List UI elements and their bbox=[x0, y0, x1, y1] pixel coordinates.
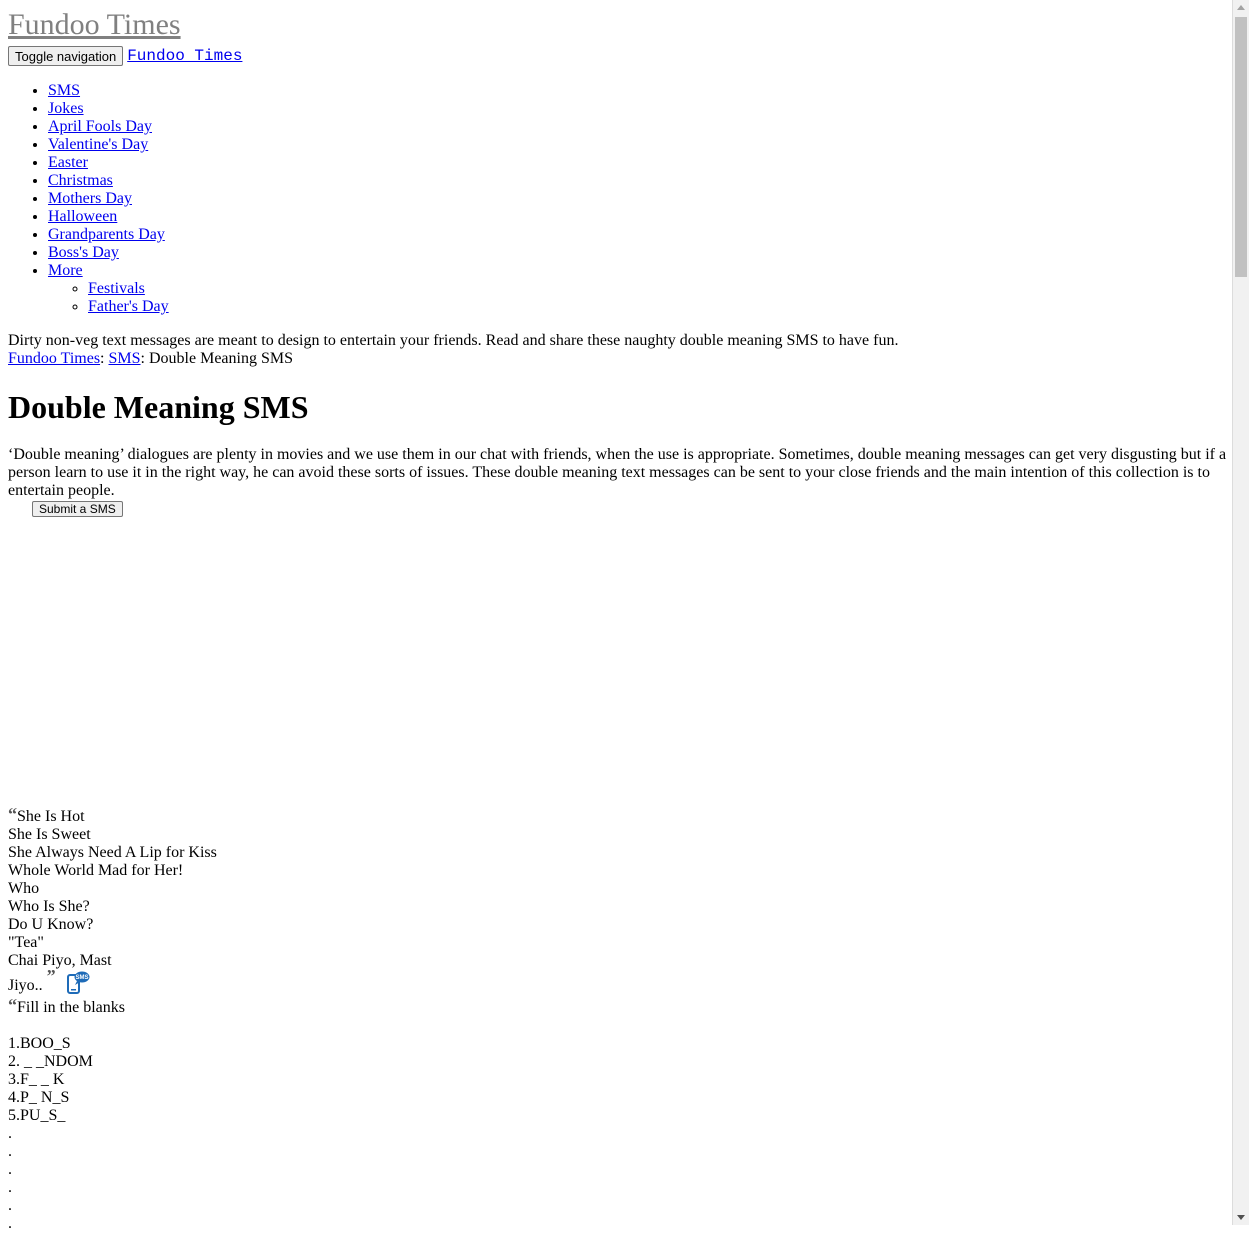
nav-link-bosss-day[interactable]: Boss's Day bbox=[48, 244, 119, 261]
message-line: Whole World Mad for Her! bbox=[8, 862, 184, 879]
nav-link-valentines-day[interactable]: Valentine's Day bbox=[48, 136, 148, 153]
nav-item-valentines-day: Valentine's Day bbox=[48, 136, 1228, 154]
more-submenu: Festivals Father's Day bbox=[48, 280, 1228, 316]
open-quote-icon: “ bbox=[8, 804, 17, 824]
nav-item-sms: SMS bbox=[48, 82, 1228, 100]
message-line: Jiyo.. bbox=[8, 977, 43, 994]
nav-link-april-fools-day[interactable]: April Fools Day bbox=[48, 118, 152, 135]
toggle-navigation-button[interactable]: Toggle navigation bbox=[8, 46, 124, 66]
submit-area: Submit a SMS bbox=[8, 500, 1228, 520]
nav-link-grandparents-day[interactable]: Grandparents Day bbox=[48, 226, 165, 243]
sms-phone-icon[interactable]: SMS bbox=[66, 970, 90, 999]
message-line: . bbox=[8, 1161, 12, 1178]
scroll-up-arrow-icon[interactable] bbox=[1237, 5, 1245, 10]
nav-item-mothers-day: Mothers Day bbox=[48, 190, 1228, 208]
navbar: Toggle navigation Fundoo Times bbox=[8, 46, 1228, 66]
nav-item-more: More Festivals Father's Day bbox=[48, 262, 1228, 316]
site-logo-link[interactable]: Fundoo Times bbox=[8, 8, 1228, 42]
breadcrumb-current: Double Meaning SMS bbox=[148, 350, 293, 367]
message-line: "Tea" bbox=[8, 934, 44, 951]
page-title: Double Meaning SMS bbox=[8, 389, 309, 425]
message-line: . bbox=[8, 1215, 12, 1232]
page-scrollbar[interactable] bbox=[1232, 0, 1249, 1225]
message-line: Chai Piyo, Mast bbox=[8, 952, 112, 969]
message-line: Who bbox=[8, 880, 40, 897]
message-line: 2. _ _NDOM bbox=[8, 1053, 93, 1070]
message-line: She Is Sweet bbox=[8, 826, 91, 843]
nav-item-easter: Easter bbox=[48, 154, 1228, 172]
submenu-item-fathers-day: Father's Day bbox=[88, 298, 1228, 316]
nav-link-halloween[interactable]: Halloween bbox=[48, 208, 117, 225]
intro-text: ‘Double meaning’ dialogues are plenty in… bbox=[8, 446, 1227, 499]
message-line: . bbox=[8, 1143, 12, 1160]
message-card: “Fill in the blanks 1.BOO_S 2. _ _NDOM 3… bbox=[8, 996, 1228, 1233]
message-line: 4.P_ N_S bbox=[8, 1089, 70, 1106]
message-line: . bbox=[8, 1125, 12, 1142]
message-line: Fill in the blanks bbox=[17, 999, 125, 1016]
message-line: She Is Hot bbox=[17, 808, 85, 825]
nav-link-jokes[interactable]: Jokes bbox=[48, 100, 84, 117]
scroll-down-arrow-icon[interactable] bbox=[1237, 1215, 1245, 1220]
message-line: Who Is She? bbox=[8, 898, 90, 915]
message-line: 3.F_ _ K bbox=[8, 1071, 65, 1088]
navbar-brand-link[interactable]: Fundoo Times bbox=[127, 47, 242, 65]
ad-space bbox=[8, 520, 1228, 808]
open-quote-icon: “ bbox=[8, 995, 17, 1015]
breadcrumb-home-link[interactable]: Fundoo Times bbox=[8, 350, 100, 367]
nav-link-sms[interactable]: SMS bbox=[48, 82, 80, 99]
page: Fundoo Times Toggle navigation Fundoo Ti… bbox=[8, 0, 1228, 1233]
message-line: She Always Need A Lip for Kiss bbox=[8, 844, 217, 861]
nav-item-april-fools-day: April Fools Day bbox=[48, 118, 1228, 136]
lead-text: Dirty non-veg text messages are meant to… bbox=[8, 332, 899, 349]
message-line: . bbox=[8, 1197, 12, 1214]
nav-link-easter[interactable]: Easter bbox=[48, 154, 88, 171]
breadcrumb-separator: : bbox=[100, 350, 109, 367]
submenu-link-fathers-day[interactable]: Father's Day bbox=[88, 298, 169, 315]
main-nav: SMS Jokes April Fools Day Valentine's Da… bbox=[8, 82, 1228, 316]
svg-text:SMS: SMS bbox=[75, 975, 88, 981]
scrollbar-thumb[interactable] bbox=[1235, 17, 1247, 277]
message-line bbox=[8, 1017, 1228, 1035]
close-quote-icon: ” bbox=[46, 966, 56, 986]
nav-item-halloween: Halloween bbox=[48, 208, 1228, 226]
submenu-link-festivals[interactable]: Festivals bbox=[88, 280, 145, 297]
message-line: . bbox=[8, 1179, 12, 1196]
nav-link-christmas[interactable]: Christmas bbox=[48, 172, 113, 189]
breadcrumb-sms-link[interactable]: SMS bbox=[109, 350, 141, 367]
nav-item-bosss-day: Boss's Day bbox=[48, 244, 1228, 262]
message-line: 1.BOO_S bbox=[8, 1035, 71, 1052]
breadcrumb-separator: : bbox=[140, 350, 149, 367]
nav-item-jokes: Jokes bbox=[48, 100, 1228, 118]
message-line: Do U Know? bbox=[8, 916, 94, 933]
message-card: “She Is Hot She Is Sweet She Always Need… bbox=[8, 805, 1228, 999]
message-line: 5.PU_S_ bbox=[8, 1107, 66, 1124]
nav-item-christmas: Christmas bbox=[48, 172, 1228, 190]
submit-sms-button[interactable]: Submit a SMS bbox=[32, 501, 123, 517]
nav-item-grandparents-day: Grandparents Day bbox=[48, 226, 1228, 244]
breadcrumb: Fundoo Times: SMS: Double Meaning SMS bbox=[8, 350, 1228, 368]
nav-link-mothers-day[interactable]: Mothers Day bbox=[48, 190, 132, 207]
submenu-item-festivals: Festivals bbox=[88, 280, 1228, 298]
nav-link-more[interactable]: More bbox=[48, 262, 83, 279]
